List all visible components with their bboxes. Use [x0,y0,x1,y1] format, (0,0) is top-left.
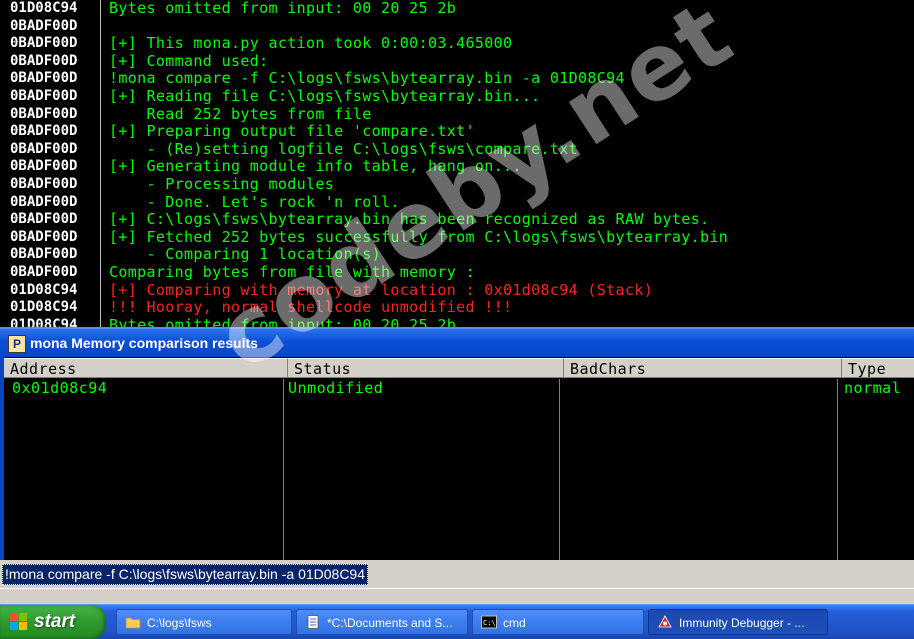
log-line: 01D08C94 !!! Hooray, normal shellcode unm… [0,298,914,317]
log-message: Read 252 bytes from file [109,104,372,123]
log-line: 0BADF00D [+] Generating module info table… [0,158,914,176]
results-table[interactable]: Address Status BadChars Type 0x01d08c94 … [0,357,914,560]
taskbar-item-cmd[interactable]: C:\ cmd [472,609,644,635]
log-address: 0BADF00D [10,123,78,140]
log-address: 0BADF00D [10,105,78,122]
results-window[interactable]: P mona Memory comparison results Address… [0,327,914,560]
log-window[interactable]: 01D08C94 Bytes omitted from input: 00 20 … [0,0,914,327]
log-line: 0BADF00D [+] Command used: [0,51,914,71]
folder-icon [125,617,141,629]
log-line: 0BADF00D [+] C:\logs\fsws\bytearray.bin h… [0,211,914,229]
taskbar: start C:\logs\fsws *C:\Documents and S..… [0,604,914,639]
column-header-type[interactable]: Type [842,358,914,378]
cell-status: Unmodified [288,379,384,397]
log-address: 0BADF00D [10,193,78,210]
windows-logo-icon [10,613,28,631]
taskbar-item-folder[interactable]: C:\logs\fsws [116,609,292,635]
log-address: 0BADF00D [10,211,78,228]
svg-text:C:\: C:\ [483,619,496,627]
taskbar-item-label: *C:\Documents and S... [327,616,453,630]
log-address: 01D08C94 [10,316,78,327]
log-message: Bytes omitted from input: 00 20 25 2b [109,315,457,327]
log-message: !!! Hooray, normal shellcode unmodified … [109,298,513,317]
log-message: Comparing bytes from file with memory : [109,262,475,281]
log-message: !mona compare -f C:\logs\fsws\bytearray.… [109,69,625,88]
log-lines: 01D08C94 Bytes omitted from input: 00 20 … [0,0,914,327]
column-divider [837,379,838,560]
taskbar-item-label: C:\logs\fsws [147,616,212,630]
cell-address: 0x01d08c94 [12,379,108,397]
log-line: 0BADF00D [+] This mona.py action took 0:0… [0,35,914,53]
results-titlebar[interactable]: P mona Memory comparison results [0,327,914,357]
column-divider [559,379,560,560]
notepad-icon [307,615,319,629]
results-title: mona Memory comparison results [30,335,258,351]
log-message: - Comparing 1 location(s) [109,245,382,264]
cell-type: normal [844,379,902,397]
log-address: 0BADF00D [10,263,78,280]
cmd-icon: C:\ [481,615,497,629]
immunity-icon [658,615,672,628]
log-message: [+] Generating module info table, hang o… [109,157,522,176]
log-line: 01D08C94 Bytes omitted from input: 00 20 … [0,0,914,18]
log-address: 0BADF00D [10,140,78,157]
log-line: 0BADF00D Comparing bytes from file with m… [0,262,914,282]
start-label: start [34,611,76,632]
log-message: [+] Reading file C:\logs\fsws\bytearray.… [109,86,541,105]
log-address: 0BADF00D [10,87,78,104]
log-line: 0BADF00D - (Re)setting logfile C:\logs\f… [0,139,914,159]
start-button[interactable]: start [0,605,106,639]
log-address: 0BADF00D [10,228,78,245]
log-message: [+] C:\logs\fsws\bytearray.bin has been … [109,210,710,229]
log-message: - Done. Let's rock 'n roll. [109,192,400,211]
command-bar: !mona compare -f C:\logs\fsws\bytearray.… [0,560,914,588]
mona-app-icon: P [8,335,26,353]
log-message: - (Re)setting logfile C:\logs\fsws\compa… [109,139,579,158]
taskbar-item-immunity[interactable]: Immunity Debugger - ... [648,609,828,635]
log-line: 01D08C94 Bytes omitted from input: 00 20 … [0,315,914,327]
log-message: [+] Command used: [109,51,269,70]
log-message: [+] This mona.py action took 0:00:03.465… [109,34,513,53]
column-header-badchars[interactable]: BadChars [564,358,842,378]
log-line: 0BADF00D [+] Reading file C:\logs\fsws\by… [0,86,914,106]
log-line: 0BADF00D [+] Fetched 252 bytes successful… [0,227,914,247]
log-address: 0BADF00D [10,52,78,69]
log-line: 0BADF00D [0,18,914,36]
column-divider [283,379,284,560]
log-line: 0BADF00D - Comparing 1 location(s) [0,246,914,264]
log-message: [+] Fetched 252 bytes successfully from … [109,227,729,246]
log-message: [+] Comparing with memory at location : … [109,280,654,299]
taskbar-item-label: Immunity Debugger - ... [679,616,805,630]
log-address: 01D08C94 [10,0,78,16]
log-address: 0BADF00D [10,35,78,52]
log-address: 01D08C94 [10,281,78,298]
log-line: 0BADF00D !mona compare -f C:\logs\fsws\by… [0,70,914,88]
log-address: 0BADF00D [10,175,78,192]
log-line: 0BADF00D - Processing modules [0,174,914,194]
column-header-address[interactable]: Address [4,358,288,378]
log-message: [+] Preparing output file 'compare.txt' [109,122,475,141]
log-address: 0BADF00D [10,17,78,34]
log-address: 0BADF00D [10,246,78,263]
log-line: 0BADF00D Read 252 bytes from file [0,104,914,124]
log-message: - Processing modules [109,174,335,193]
taskbar-item-label: cmd [503,616,526,630]
column-header-status[interactable]: Status [288,358,564,378]
command-input[interactable]: !mona compare -f C:\logs\fsws\bytearray.… [2,564,369,585]
log-message: Bytes omitted from input: 00 20 25 2b [109,0,457,17]
status-bar [0,588,914,605]
taskbar-item-notepad[interactable]: *C:\Documents and S... [296,609,468,635]
log-line: 01D08C94 [+] Comparing with memory at loc… [0,280,914,300]
log-line: 0BADF00D - Done. Let's rock 'n roll. [0,192,914,212]
log-line: 0BADF00D [+] Preparing output file 'compa… [0,123,914,141]
log-address: 0BADF00D [10,158,78,175]
log-address: 01D08C94 [10,299,78,316]
log-address: 0BADF00D [10,70,78,87]
